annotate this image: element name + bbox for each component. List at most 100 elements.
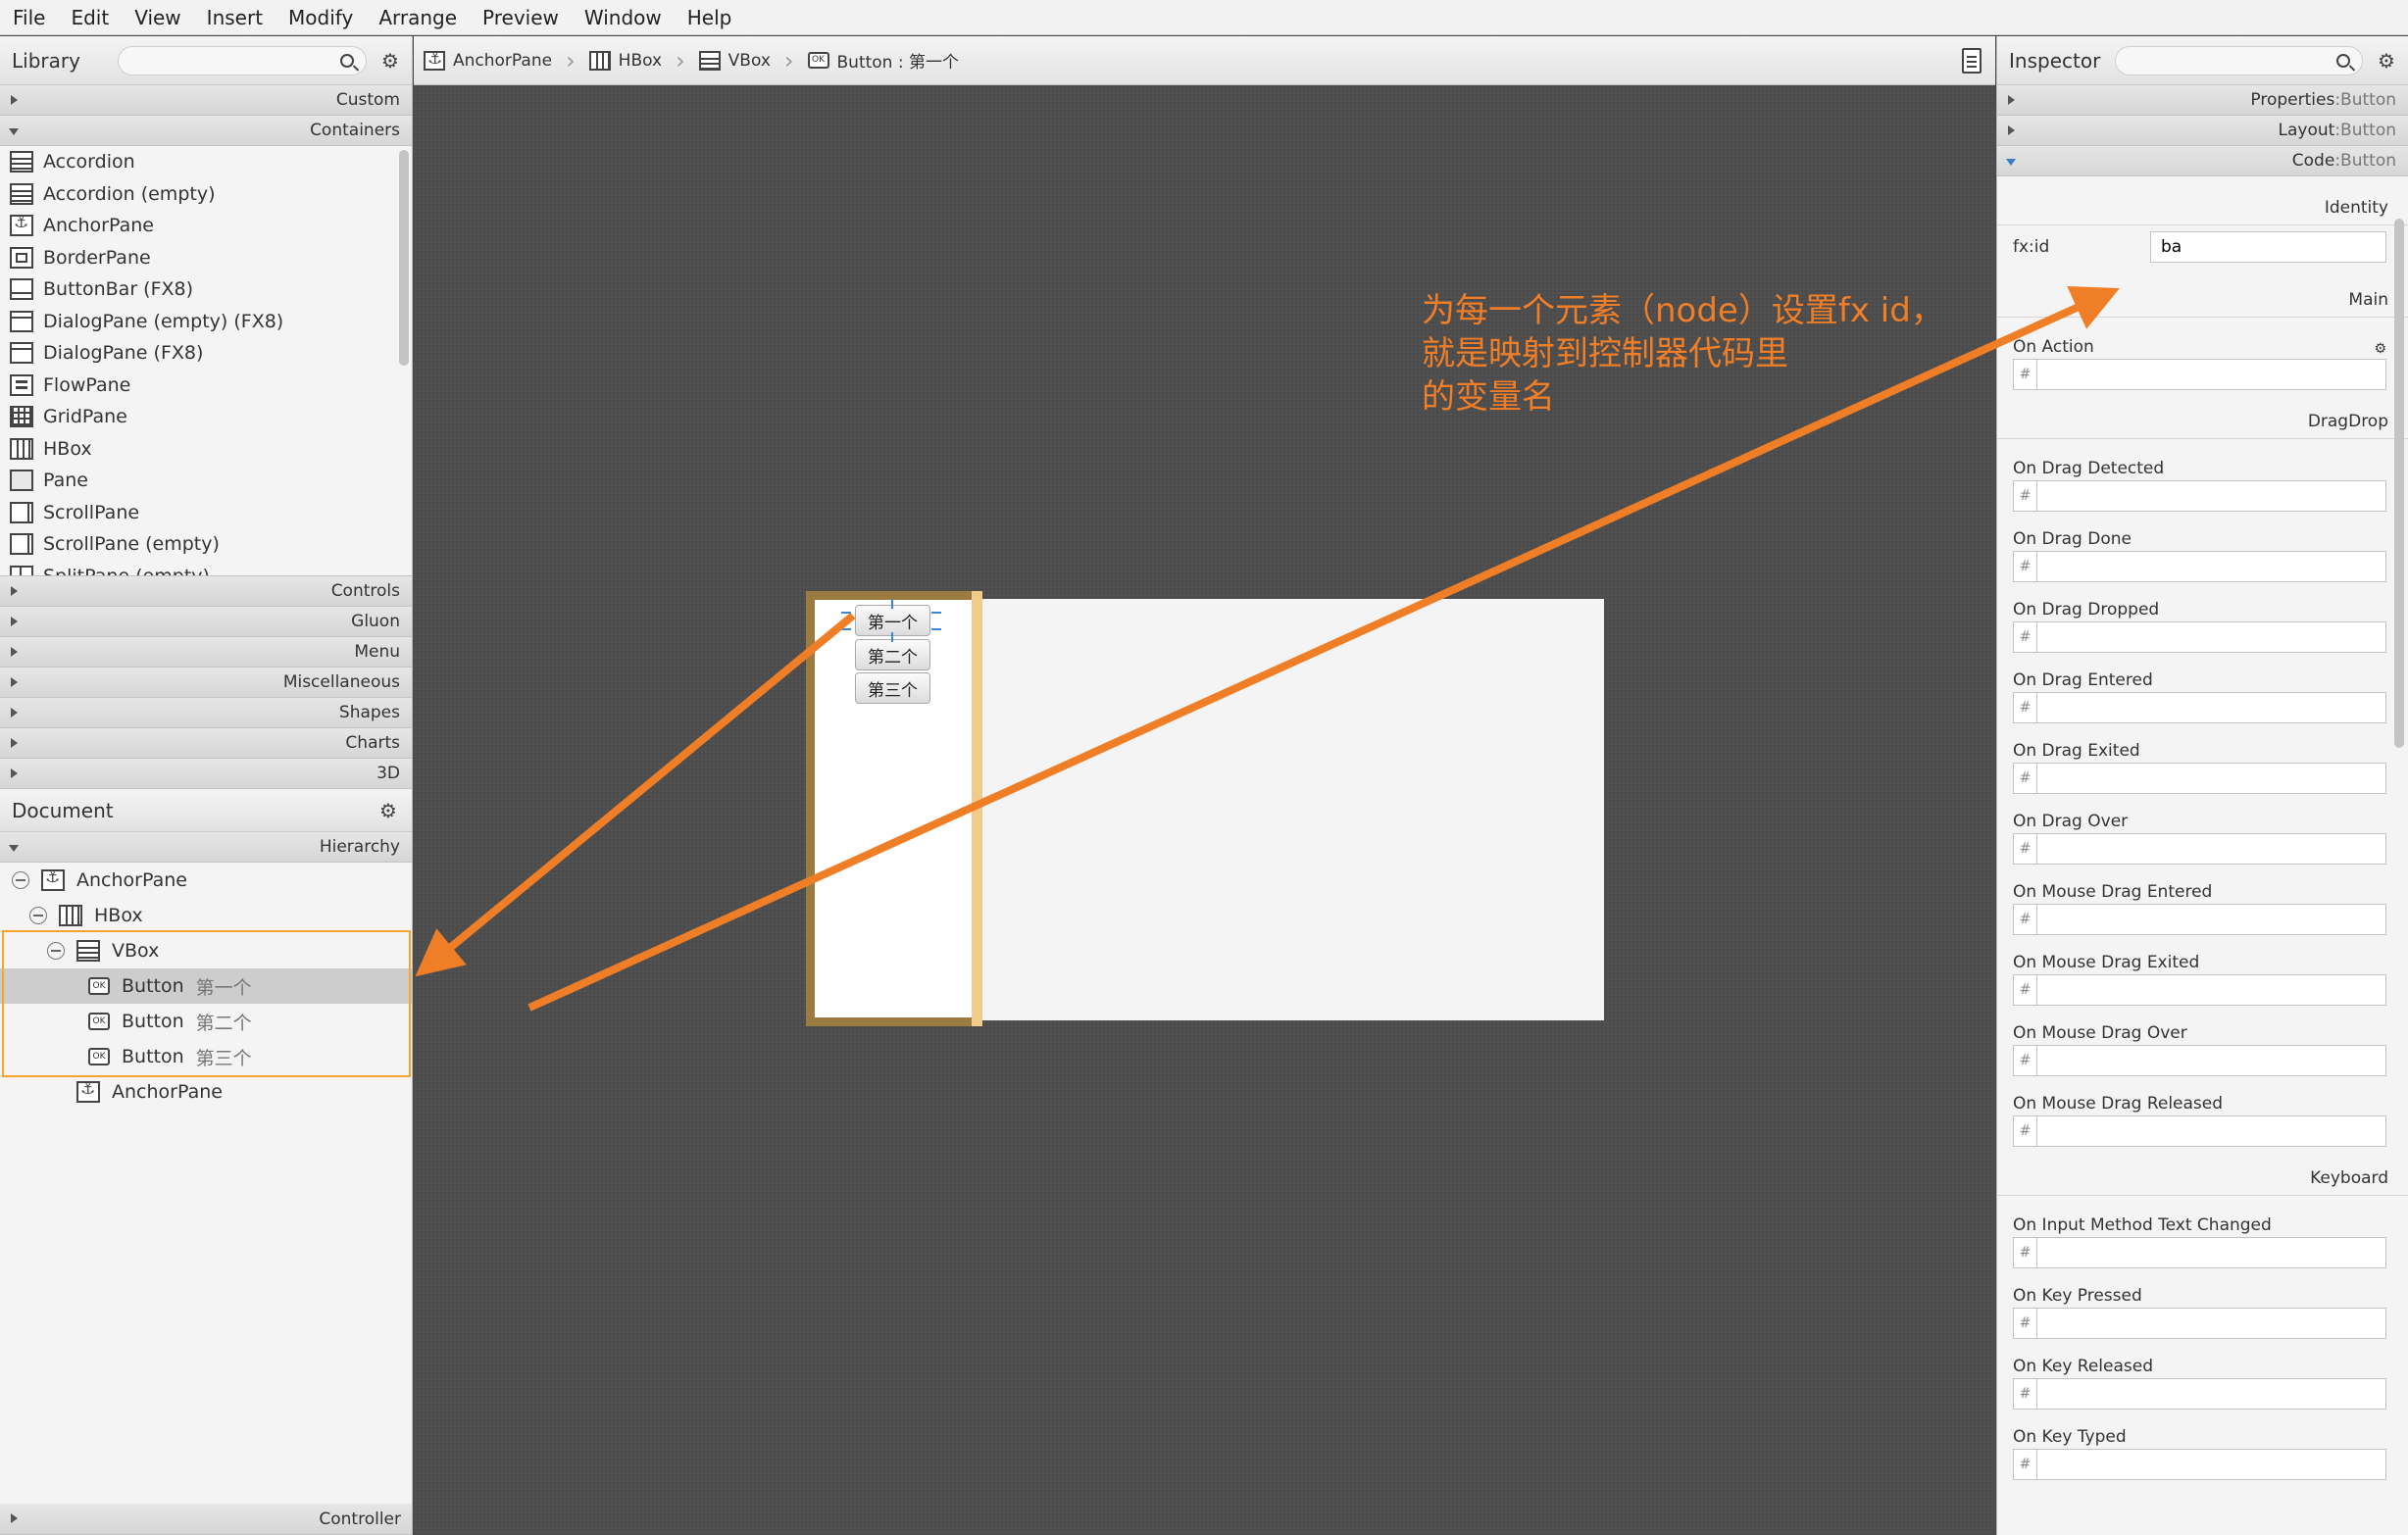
library-search-input[interactable] — [118, 45, 367, 75]
event-handler-input[interactable] — [2036, 763, 2386, 794]
hierarchy-row[interactable]: OK Button 第一个 — [0, 968, 412, 1004]
menu-preview[interactable]: Preview — [470, 6, 572, 29]
event-handler-field[interactable]: # — [2013, 692, 2386, 723]
event-handler-input[interactable] — [2036, 974, 2386, 1006]
event-handler-field[interactable]: # — [2013, 1378, 2386, 1410]
menu-view[interactable]: View — [122, 6, 193, 29]
library-item[interactable]: ScrollPane — [0, 497, 412, 529]
resize-handle[interactable] — [931, 628, 941, 630]
event-handler-input[interactable] — [2036, 551, 2386, 582]
event-handler-field[interactable]: # — [2013, 1308, 2386, 1339]
event-handler-field[interactable]: # — [2013, 621, 2386, 653]
menu-file[interactable]: File — [0, 6, 58, 29]
hierarchy-row[interactable]: HBox — [0, 898, 412, 933]
hierarchy-row[interactable]: OK Button 第三个 — [0, 1039, 412, 1074]
library-item[interactable]: SplitPane (empty) — [0, 561, 412, 575]
resize-handle[interactable] — [891, 599, 893, 609]
hierarchy-tree[interactable]: AnchorPaneHBoxVBoxOKButton第一个OKButton第二个… — [0, 863, 412, 1529]
event-handler-field[interactable]: # — [2013, 551, 2386, 582]
collapse-toggle-icon[interactable] — [12, 871, 29, 889]
library-section-menu[interactable]: Menu — [0, 637, 412, 668]
hierarchy-row[interactable]: OK Button 第二个 — [0, 1004, 412, 1039]
resize-handle[interactable] — [841, 612, 851, 614]
library-section-miscellaneous[interactable]: Miscellaneous — [0, 668, 412, 698]
hierarchy-row[interactable]: AnchorPane — [0, 863, 412, 898]
library-scrollbar[interactable] — [399, 150, 409, 366]
library-section-custom[interactable]: Custom — [0, 85, 412, 116]
library-item[interactable]: GridPane — [0, 401, 412, 433]
event-handler-input[interactable] — [2036, 1045, 2386, 1076]
event-handler-input[interactable] — [2036, 1308, 2386, 1339]
library-section-3d[interactable]: 3D — [0, 759, 412, 789]
event-handler-input[interactable] — [2036, 359, 2386, 390]
library-section-gluon[interactable]: Gluon — [0, 607, 412, 637]
event-handler-input[interactable] — [2036, 480, 2386, 512]
event-handler-input[interactable] — [2036, 1378, 2386, 1410]
controller-section[interactable]: Controller — [0, 1504, 412, 1535]
library-item[interactable]: DialogPane (FX8) — [0, 337, 412, 370]
breadcrumb-item[interactable]: VBox › — [698, 49, 794, 73]
event-handler-input[interactable] — [2036, 1115, 2386, 1147]
event-handler-input[interactable] — [2036, 621, 2386, 653]
resize-handle[interactable] — [841, 628, 851, 630]
library-item[interactable]: Accordion — [0, 146, 412, 178]
event-handler-input[interactable] — [2036, 692, 2386, 723]
event-handler-field[interactable]: # — [2013, 359, 2386, 390]
library-section-charts[interactable]: Charts — [0, 728, 412, 759]
library-item[interactable]: ScrollPane (empty) — [0, 528, 412, 561]
event-handler-field[interactable]: # — [2013, 1237, 2386, 1268]
collapse-toggle-icon[interactable] — [29, 907, 47, 924]
hierarchy-row[interactable]: AnchorPane — [0, 1074, 412, 1110]
hierarchy-section[interactable]: Hierarchy — [0, 832, 412, 863]
event-handler-input[interactable] — [2036, 904, 2386, 935]
menu-window[interactable]: Window — [572, 6, 675, 29]
event-handler-input[interactable] — [2036, 1237, 2386, 1268]
event-handler-field[interactable]: # — [2013, 1449, 2386, 1480]
collapse-toggle-icon[interactable] — [47, 942, 65, 960]
breadcrumb-item[interactable]: AnchorPane › — [424, 49, 576, 73]
menu-modify[interactable]: Modify — [276, 6, 366, 29]
library-item[interactable]: FlowPane — [0, 370, 412, 402]
library-item[interactable]: Pane — [0, 465, 412, 497]
resize-handle[interactable] — [891, 632, 893, 642]
canvas-area[interactable]: AnchorPane›HBox›VBox›OKButton : 第一个 第一个 … — [414, 36, 1995, 1535]
resize-handle[interactable] — [931, 612, 941, 614]
menu-arrange[interactable]: Arrange — [366, 6, 470, 29]
event-handler-field[interactable]: # — [2013, 833, 2386, 865]
event-handler-field[interactable]: # — [2013, 1115, 2386, 1147]
event-handler-field[interactable]: # — [2013, 974, 2386, 1006]
document-icon[interactable] — [1962, 48, 1982, 74]
library-section-containers[interactable]: Containers — [0, 116, 412, 146]
fxid-field[interactable] — [2150, 231, 2386, 263]
event-handler-field[interactable]: # — [2013, 763, 2386, 794]
event-handler-field[interactable]: # — [2013, 1045, 2386, 1076]
library-item[interactable]: AnchorPane — [0, 210, 412, 242]
breadcrumb-item[interactable]: OK Button : 第一个 — [807, 48, 959, 73]
gear-icon[interactable]: ⚙ — [376, 799, 400, 822]
library-item[interactable]: DialogPane (empty) (FX8) — [0, 306, 412, 338]
inspector-section-properties[interactable]: Properties : Button — [1997, 85, 2408, 116]
library-item[interactable]: ButtonBar (FX8) — [0, 273, 412, 306]
canvas-button-3[interactable]: 第三个 — [855, 672, 930, 704]
breadcrumb-item[interactable]: HBox › — [588, 49, 685, 73]
library-item[interactable]: HBox — [0, 433, 412, 466]
inspector-scrollbar[interactable] — [2394, 219, 2404, 748]
inspector-search-input[interactable] — [2115, 45, 2363, 75]
library-item[interactable]: BorderPane — [0, 242, 412, 274]
menu-edit[interactable]: Edit — [58, 6, 122, 29]
library-section-shapes[interactable]: Shapes — [0, 698, 412, 728]
menu-help[interactable]: Help — [675, 6, 745, 29]
inspector-section-layout[interactable]: Layout : Button — [1997, 116, 2408, 146]
hierarchy-row[interactable]: VBox — [0, 933, 412, 968]
library-item[interactable]: Accordion (empty) — [0, 178, 412, 211]
gear-icon[interactable]: ⚙ — [2375, 49, 2398, 73]
event-handler-field[interactable]: # — [2013, 480, 2386, 512]
menu-insert[interactable]: Insert — [194, 6, 276, 29]
library-list[interactable]: Accordion Accordion (empty) AnchorPane Bord… — [0, 146, 412, 576]
library-section-controls[interactable]: Controls — [0, 576, 412, 607]
inspector-section-code[interactable]: Code : Button — [1997, 146, 2408, 176]
event-handler-field[interactable]: # — [2013, 904, 2386, 935]
gear-icon[interactable]: ⚙ — [378, 49, 402, 73]
event-handler-input[interactable] — [2036, 833, 2386, 865]
gear-icon[interactable]: ⚙ — [2374, 341, 2386, 357]
